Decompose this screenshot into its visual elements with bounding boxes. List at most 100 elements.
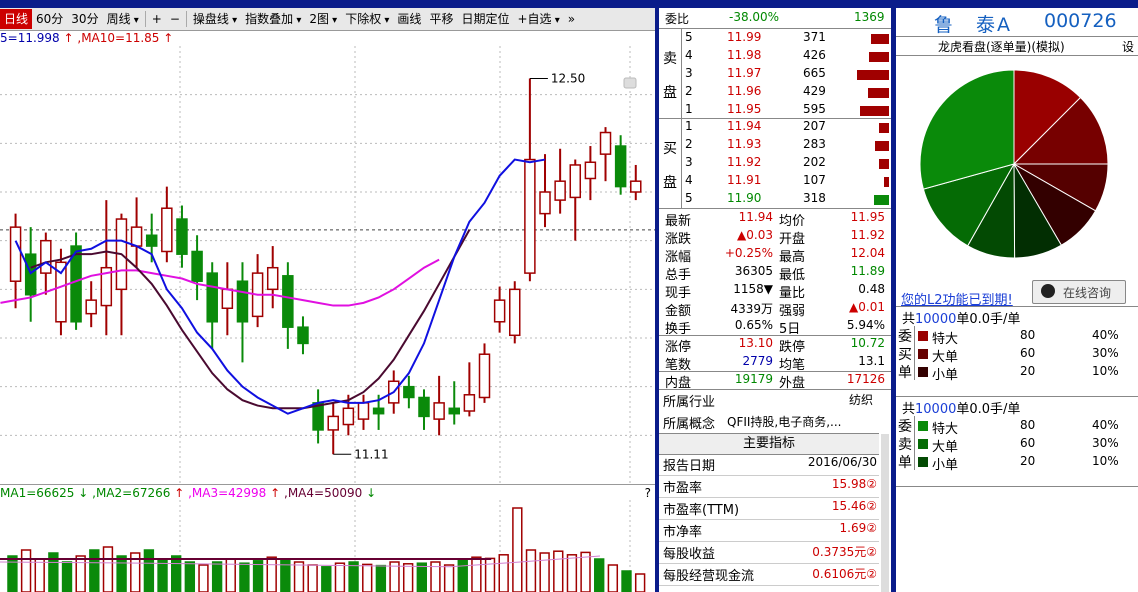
volume-bar	[61, 561, 73, 592]
sell-level: 1	[685, 102, 693, 116]
index-overlay-dropdown[interactable]: 指数叠加	[241, 9, 305, 29]
buy-price[interactable]: 11.93	[727, 137, 761, 151]
volume-bar	[293, 561, 305, 592]
volume-bar	[89, 549, 100, 592]
sell-price[interactable]: 11.98	[727, 48, 761, 62]
buy-volume: 283	[803, 137, 826, 151]
legend-swatch	[918, 367, 928, 377]
candle	[584, 161, 597, 180]
volume-chart[interactable]	[0, 500, 655, 592]
order-percent: 30%	[1092, 346, 1119, 360]
sell-price[interactable]: 11.99	[727, 30, 761, 44]
stat-value: ▲0.01	[849, 300, 885, 314]
stat-value: 10.72	[850, 336, 885, 350]
wb-value: 1369	[854, 10, 885, 24]
volume-bar	[7, 555, 18, 592]
sell-volume-bar	[857, 70, 889, 80]
vol-ma2-value: ,MA2=67266	[92, 486, 171, 500]
settings-button[interactable]: 设	[1122, 38, 1134, 55]
toolbar-more-button[interactable]: »	[564, 9, 579, 29]
qq-icon	[1041, 284, 1055, 298]
order-percent: 10%	[1092, 454, 1119, 468]
app-window: 日线 60分 30分 周线 + − 操盘线 指数叠加 2图 下除权 画线 平移 …	[0, 0, 1138, 592]
stat-value: 11.92	[850, 228, 885, 242]
down-arrow-icon: ↓	[74, 486, 93, 500]
candle	[40, 239, 52, 274]
zoom-in-button[interactable]: +	[148, 9, 166, 29]
buy-volume: 107	[803, 173, 826, 187]
buy-price[interactable]: 11.94	[727, 119, 761, 133]
watchlist-dropdown[interactable]: +自选	[513, 9, 563, 29]
volume-bar	[280, 558, 291, 592]
date-locate-button[interactable]: 日期定位	[457, 9, 513, 29]
buy-level: 3	[685, 155, 693, 169]
sell-volume-bar	[860, 106, 889, 116]
legend-swatch	[918, 439, 928, 449]
candle	[433, 402, 445, 420]
buy-price[interactable]: 11.90	[727, 191, 761, 205]
ex-rights-dropdown[interactable]: 下除权	[341, 9, 393, 29]
scrollbar[interactable]	[881, 434, 889, 592]
block-title: 共10000单0.0手/单	[902, 312, 1021, 327]
candle	[614, 145, 627, 188]
candle	[493, 299, 506, 323]
stat-value: ▲0.03	[737, 228, 773, 242]
volume-bar	[184, 561, 196, 592]
vol-ma1-value: MA1=66625	[0, 486, 75, 500]
candle	[478, 353, 491, 399]
industry-label: 所属行业	[663, 395, 716, 410]
block-divider	[896, 306, 1138, 307]
volume-bar	[171, 555, 182, 592]
order-book-panel: 委比 -38.00% 1369 卖盘 5 11.99 371 4 11.98 426 3 11.97 6…	[659, 8, 891, 592]
stat-value: 11.95	[850, 210, 885, 224]
volume-bar	[566, 554, 578, 592]
tab-60min[interactable]: 60分	[32, 9, 67, 29]
order-count: 60	[1020, 346, 1036, 360]
concept-value[interactable]: QFII持股,电子商务,...	[727, 413, 842, 430]
sell-level: 5	[685, 30, 693, 44]
dragon-tiger-panel: 鲁 泰A 000726 龙虎看盘(逐单量)(模拟) 设 您的L2功能已到期! 在…	[896, 8, 1138, 592]
industry-value[interactable]: 纺织	[849, 391, 873, 408]
stat-label: 涨幅	[665, 250, 692, 265]
sell-side-label: 卖	[663, 51, 677, 67]
volume-bar	[20, 549, 32, 592]
sell-price[interactable]: 11.96	[727, 84, 761, 98]
buy-volume-bar	[875, 141, 889, 151]
help-icon[interactable]: ?	[645, 485, 651, 501]
volume-bar	[362, 563, 373, 592]
book-divider	[659, 208, 891, 209]
candle	[357, 402, 370, 420]
indicator-value: 2016/06/30	[807, 455, 877, 469]
trade-line-dropdown[interactable]: 操盘线	[189, 9, 241, 29]
buy-price[interactable]: 11.92	[727, 155, 761, 169]
sell-price[interactable]: 11.95	[727, 102, 761, 116]
candle	[221, 288, 234, 310]
zoom-out-button[interactable]: −	[166, 9, 184, 29]
tab-30min[interactable]: 30分	[67, 9, 102, 29]
tab-daily[interactable]: 日线	[0, 9, 33, 29]
order-size-label: 小单	[932, 368, 959, 383]
stat-label: 涨跌	[665, 232, 692, 247]
panel-subtitle: 龙虎看盘(逐单量)(模拟)	[938, 40, 1065, 54]
lock-icon[interactable]	[623, 77, 637, 89]
candle	[236, 280, 249, 323]
two-chart-dropdown[interactable]: 2图	[305, 9, 341, 29]
stat-value: 11.89	[850, 264, 885, 278]
indicator-divider	[659, 541, 879, 542]
sell-price[interactable]: 11.97	[727, 66, 761, 80]
stock-code: 000726	[1044, 10, 1117, 32]
order-count: 20	[1020, 364, 1036, 378]
pan-button[interactable]: 平移	[425, 9, 457, 29]
volume-bar	[539, 552, 550, 592]
buy-price[interactable]: 11.91	[727, 173, 761, 187]
toolbar-separator	[144, 11, 146, 27]
draw-line-button[interactable]: 画线	[393, 9, 425, 29]
online-consult-button[interactable]: 在线咨询	[1032, 280, 1126, 304]
volume-bar	[457, 558, 468, 592]
period-dropdown[interactable]: 周线	[103, 9, 143, 29]
volume-bar	[498, 554, 509, 592]
block-side-label: 委	[898, 419, 912, 435]
price-chart[interactable]: 12.50 11.11	[0, 46, 655, 484]
indicator-label: 每股收益	[663, 547, 716, 562]
sell-side-label: 盘	[663, 85, 677, 101]
